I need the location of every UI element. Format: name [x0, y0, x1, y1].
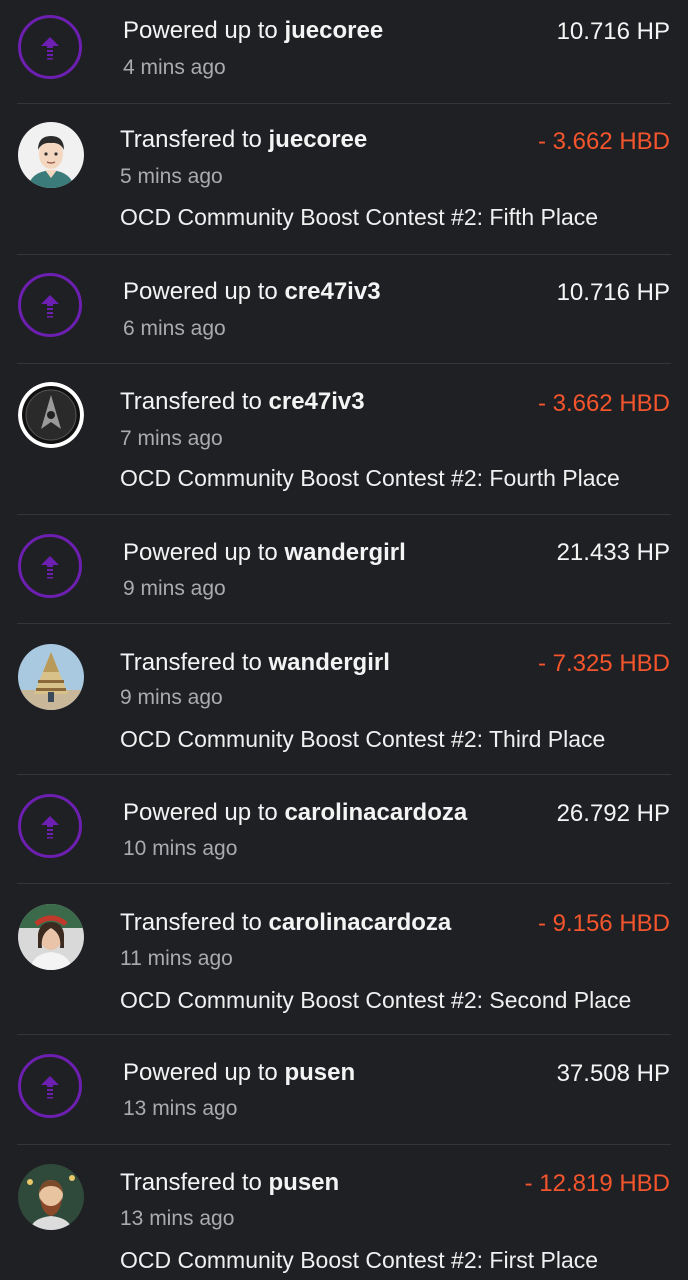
power-up-arrow-icon: [18, 15, 82, 79]
transaction-time: 4 mins ago: [123, 56, 226, 79]
transaction-prefix: Transfered to: [120, 1169, 262, 1196]
transaction-title: Powered up to juecoree: [123, 17, 383, 45]
transaction-row-transfer[interactable]: Transfered to cre47iv3 7 mins ago OCD Co…: [0, 364, 688, 515]
transaction-row-transfer[interactable]: Transfered to wandergirl 9 mins ago OCD …: [0, 624, 688, 775]
transaction-history-list: Powered up to juecoree 4 mins ago 10.716…: [0, 0, 688, 1280]
transaction-time: 9 mins ago: [123, 577, 226, 600]
transaction-amount: - 3.662 HBD: [537, 128, 670, 155]
transaction-title: Transfered to carolinacardoza: [120, 909, 451, 937]
transaction-prefix: Transfered to: [120, 649, 262, 676]
transaction-amount: 10.716 HP: [556, 18, 670, 45]
transaction-title: Powered up to cre47iv3: [123, 278, 381, 306]
transaction-memo: OCD Community Boost Contest #2: Second P…: [120, 987, 632, 1013]
transaction-time: 6 mins ago: [123, 317, 226, 340]
avatar-cre47iv3[interactable]: [18, 382, 84, 448]
transaction-prefix: Transfered to: [120, 909, 262, 936]
transaction-memo: OCD Community Boost Contest #2: Third Pl…: [120, 726, 606, 752]
transaction-title: Transfered to wandergirl: [120, 649, 390, 677]
transaction-memo: OCD Community Boost Contest #2: Fifth Pl…: [120, 204, 599, 230]
transaction-row-power-up[interactable]: Powered up to juecoree 4 mins ago 10.716…: [0, 0, 688, 104]
avatar-carolinacardoza[interactable]: [18, 904, 84, 970]
power-up-arrow-icon: [18, 273, 82, 337]
recipient-username[interactable]: wandergirl: [284, 539, 405, 566]
transaction-amount: 10.716 HP: [556, 279, 670, 306]
transaction-amount: 21.433 HP: [556, 539, 670, 566]
transaction-prefix: Transfered to: [120, 388, 262, 415]
recipient-username[interactable]: wandergirl: [269, 649, 390, 676]
transaction-prefix: Powered up to: [123, 278, 278, 305]
power-up-arrow-icon: [18, 1054, 82, 1118]
transaction-title: Powered up to wandergirl: [123, 539, 406, 567]
recipient-username[interactable]: carolinacardoza: [284, 799, 467, 826]
transaction-time: 13 mins ago: [123, 1097, 238, 1120]
transaction-amount: - 9.156 HBD: [537, 910, 670, 937]
transaction-time: 11 mins ago: [120, 947, 233, 970]
avatar-wandergirl[interactable]: [18, 644, 84, 710]
recipient-username[interactable]: pusen: [284, 1059, 355, 1086]
transaction-row-power-up[interactable]: Powered up to wandergirl 9 mins ago 21.4…: [0, 515, 688, 624]
transaction-prefix: Powered up to: [123, 1059, 278, 1086]
power-up-arrow-icon: [18, 794, 82, 858]
transaction-amount: - 12.819 HBD: [524, 1170, 670, 1197]
transaction-amount: 26.792 HP: [556, 800, 670, 827]
transaction-title: Transfered to cre47iv3: [120, 388, 365, 416]
power-up-arrow-icon: [18, 534, 82, 598]
avatar-juecoree[interactable]: [18, 122, 84, 188]
transaction-row-power-up[interactable]: Powered up to pusen 13 mins ago 37.508 H…: [0, 1035, 688, 1145]
transaction-title: Transfered to juecoree: [120, 126, 367, 154]
transaction-amount: 37.508 HP: [556, 1060, 670, 1087]
recipient-username[interactable]: cre47iv3: [284, 278, 380, 305]
transaction-memo: OCD Community Boost Contest #2: Fourth P…: [120, 465, 620, 491]
transaction-row-transfer[interactable]: Transfered to pusen 13 mins ago OCD Comm…: [0, 1145, 688, 1280]
transaction-title: Powered up to pusen: [123, 1059, 355, 1087]
transaction-amount: - 3.662 HBD: [537, 390, 670, 417]
transaction-time: 9 mins ago: [120, 686, 223, 709]
recipient-username[interactable]: pusen: [269, 1169, 340, 1196]
transaction-row-power-up[interactable]: Powered up to cre47iv3 6 mins ago 10.716…: [0, 255, 688, 364]
transaction-row-transfer[interactable]: Transfered to juecoree 5 mins ago OCD Co…: [0, 104, 688, 255]
recipient-username[interactable]: carolinacardoza: [269, 909, 452, 936]
transaction-title: Powered up to carolinacardoza: [123, 799, 467, 827]
transaction-row-power-up[interactable]: Powered up to carolinacardoza 10 mins ag…: [0, 775, 688, 884]
transaction-prefix: Transfered to: [120, 126, 262, 153]
transaction-time: 5 mins ago: [120, 165, 223, 188]
recipient-username[interactable]: cre47iv3: [269, 388, 365, 415]
transaction-row-transfer[interactable]: Transfered to carolinacardoza 11 mins ag…: [0, 884, 688, 1035]
transaction-time: 7 mins ago: [120, 427, 223, 450]
transaction-prefix: Powered up to: [123, 799, 278, 826]
avatar-pusen[interactable]: [18, 1164, 84, 1230]
transaction-time: 10 mins ago: [123, 837, 238, 860]
recipient-username[interactable]: juecoree: [269, 126, 368, 153]
transaction-prefix: Powered up to: [123, 539, 278, 566]
transaction-title: Transfered to pusen: [120, 1169, 339, 1197]
transaction-time: 13 mins ago: [120, 1207, 235, 1230]
transaction-amount: - 7.325 HBD: [537, 650, 670, 677]
recipient-username[interactable]: juecoree: [284, 17, 383, 44]
transaction-memo: OCD Community Boost Contest #2: First Pl…: [120, 1247, 599, 1273]
transaction-prefix: Powered up to: [123, 17, 278, 44]
